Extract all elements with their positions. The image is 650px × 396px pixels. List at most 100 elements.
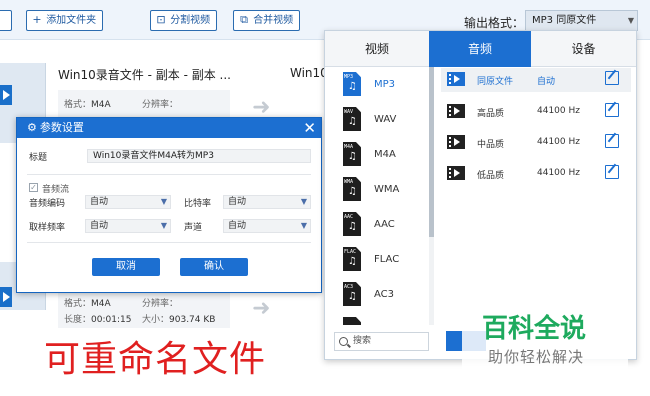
codec-value: 自动 <box>90 197 109 207</box>
tab-audio[interactable]: 音频 <box>429 31 531 67</box>
divider <box>27 242 311 243</box>
dialog-header: ⚙ 参数设置 <box>17 118 321 138</box>
dialog-title: 参数设置 <box>39 121 84 134</box>
tab-device[interactable]: 设备 <box>531 31 636 67</box>
quality-rate: 44100 Hz <box>537 106 580 116</box>
toolbar-button-partial[interactable] <box>0 10 12 31</box>
merge-video-button[interactable]: ⧉ 合并视频 <box>233 10 301 31</box>
format-label: WAV <box>374 114 397 125</box>
search-placeholder: 搜索 <box>353 336 372 346</box>
channel-label: 声道 <box>184 223 203 233</box>
format-item-partial[interactable] <box>325 314 429 325</box>
add-folder-button[interactable]: + 添加文件夹 <box>26 10 104 31</box>
format-list: MP3 ♫ MP3 WAV ♫ WAV M4A ♫ M4A WMA ♫ WMA AAC ♫… <box>325 67 429 325</box>
add-folder-label: 添加文件夹 <box>46 15 97 26</box>
mp3-file-icon: MP3 ♫ <box>343 72 361 96</box>
file-name-partial: Win10 <box>290 66 328 80</box>
quality-row-high[interactable]: 高品质 44100 Hz <box>441 100 631 124</box>
quality-row-original[interactable]: 同原文件 自动 <box>441 68 631 92</box>
format-item-wav[interactable]: WAV ♫ WAV <box>325 104 429 139</box>
m4a-file-icon: M4A ♫ <box>343 142 361 166</box>
audio-film-icon <box>447 104 465 118</box>
format-item-flac[interactable]: FLAC ♫ FLAC <box>325 244 429 279</box>
search-icon <box>339 337 348 346</box>
file-format: 格式：M4A <box>64 299 111 309</box>
watermark-subtitle: 助你轻松解决 <box>488 348 585 366</box>
bitrate-select[interactable]: 自动 ▼ <box>223 195 311 209</box>
split-video-label: 分割视频 <box>170 15 211 26</box>
aac-file-icon: AAC ♫ <box>343 212 361 236</box>
title-input[interactable]: Win10录音文件M4A转为MP3 <box>87 149 311 163</box>
bitrate-label: 比特率 <box>184 199 212 209</box>
watermark-title: 百科全说 <box>482 314 587 344</box>
codec-select[interactable]: 自动 ▼ <box>85 195 171 209</box>
output-format-select[interactable]: MP3 同原文件 ▼ <box>525 10 638 31</box>
ac3-file-icon: AC3 ♫ <box>343 282 361 306</box>
samplerate-value: 自动 <box>90 221 109 231</box>
quality-name: 低品质 <box>477 171 505 181</box>
format-search-input[interactable]: 搜索 <box>334 332 429 351</box>
tab-video[interactable]: 视频 <box>325 31 429 67</box>
quality-name: 同原文件 <box>477 77 514 87</box>
confirm-button[interactable]: 确认 <box>180 258 248 276</box>
wav-file-icon: WAV ♫ <box>343 107 361 131</box>
quality-rate: 44100 Hz <box>537 137 580 147</box>
quality-name: 高品质 <box>477 109 505 119</box>
play-icon[interactable] <box>0 287 12 307</box>
flac-file-icon: FLAC ♫ <box>343 247 361 271</box>
format-label: AC3 <box>374 289 395 300</box>
divider <box>27 174 311 175</box>
samplerate-label: 取样频率 <box>29 223 66 233</box>
file-name: Win10录音文件 - 副本 - 副本 ... <box>58 68 231 82</box>
samplerate-select[interactable]: 自动 ▼ <box>85 219 171 233</box>
format-label: WMA <box>374 184 400 195</box>
bitrate-value: 自动 <box>228 197 247 207</box>
format-label: FLAC <box>374 254 400 265</box>
watermark: 百科全说 助你轻松解决 <box>462 306 628 374</box>
channel-value: 自动 <box>228 221 247 231</box>
file-size: 大小：903.74 KB <box>142 315 216 325</box>
quality-rate: 自动 <box>537 77 556 87</box>
chevron-down-icon: ▼ <box>160 221 167 230</box>
scrollbar-thumb[interactable] <box>429 67 434 237</box>
cancel-button[interactable]: 取消 <box>92 258 160 276</box>
file-icon <box>343 317 361 325</box>
close-icon[interactable]: ✕ <box>303 118 316 138</box>
edit-icon[interactable] <box>605 71 619 85</box>
merge-video-label: 合并视频 <box>253 15 294 26</box>
quality-row-medium[interactable]: 中品质 44100 Hz <box>441 131 631 155</box>
format-item-mp3[interactable]: MP3 ♫ MP3 <box>325 69 429 104</box>
audio-stream-checkbox[interactable]: ✓ <box>29 183 38 192</box>
format-item-aac[interactable]: AAC ♫ AAC <box>325 209 429 244</box>
play-icon[interactable] <box>0 85 12 105</box>
merge-icon: ⧉ <box>240 13 248 26</box>
output-format-label: 输出格式： <box>464 16 525 30</box>
edit-icon[interactable] <box>605 103 619 117</box>
format-label: AAC <box>374 219 395 230</box>
wma-file-icon: WMA ♫ <box>343 177 361 201</box>
codec-label: 音频编码 <box>29 199 66 209</box>
format-item-wma[interactable]: WMA ♫ WMA <box>325 174 429 209</box>
format-label: M4A <box>374 149 396 160</box>
file-resolution-label: 分辨率： <box>142 299 179 309</box>
quality-name: 中品质 <box>477 140 505 150</box>
file-duration: 长度：00:01:15 <box>64 315 132 325</box>
edit-icon[interactable] <box>605 165 619 179</box>
split-video-button[interactable]: ⊡ 分割视频 <box>150 10 218 31</box>
format-item-ac3[interactable]: AC3 ♫ AC3 <box>325 279 429 314</box>
file-resolution-label: 分辨率： <box>142 100 179 110</box>
audio-film-icon <box>447 135 465 149</box>
output-format-value: MP3 同原文件 <box>532 15 597 26</box>
format-item-m4a[interactable]: M4A ♫ M4A <box>325 139 429 174</box>
edit-icon[interactable] <box>605 134 619 148</box>
chevron-down-icon: ▼ <box>627 16 634 25</box>
quality-row-low[interactable]: 低品质 44100 Hz <box>441 162 631 186</box>
audio-film-icon <box>447 166 465 180</box>
chevron-down-icon: ▼ <box>160 197 167 206</box>
audio-film-icon <box>447 72 465 86</box>
title-label: 标题 <box>29 153 48 163</box>
arrow-right-icon: ➜ <box>252 296 271 321</box>
channel-select[interactable]: 自动 ▼ <box>223 219 311 233</box>
chevron-down-icon: ▼ <box>300 221 307 230</box>
audio-stream-label: 音频流 <box>42 185 70 195</box>
